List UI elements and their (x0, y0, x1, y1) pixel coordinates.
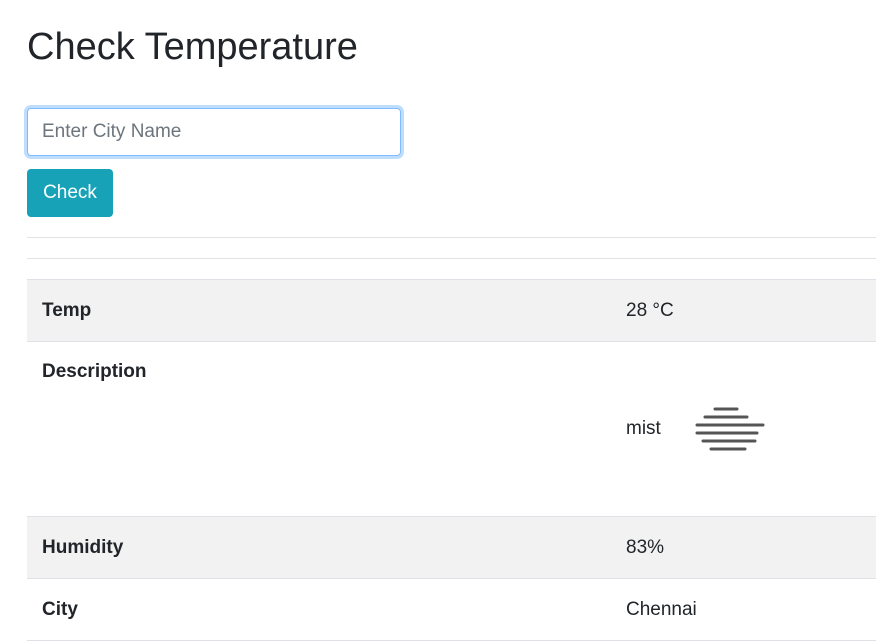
city-value: Chennai (611, 578, 876, 641)
mist-icon (695, 407, 765, 451)
table-row-city: City Chennai (27, 578, 876, 641)
temp-value: 28 °C (611, 279, 876, 342)
weather-table: Temp 28 °C Description mist Humidity 83%… (27, 279, 876, 641)
table-row-description: Description mist (27, 341, 876, 517)
humidity-value: 83% (611, 516, 876, 579)
temp-label: Temp (27, 279, 611, 342)
table-row-temp: Temp 28 °C (27, 279, 876, 342)
description-value: mist (626, 418, 661, 439)
description-cell: mist (611, 341, 876, 517)
divider (27, 258, 876, 259)
page-title: Check Temperature (27, 26, 358, 68)
city-label: City (27, 578, 611, 641)
description-label: Description (27, 341, 611, 517)
humidity-label: Humidity (27, 516, 611, 579)
check-button[interactable]: Check (27, 169, 113, 217)
divider (27, 237, 876, 238)
page: Check Temperature Check Temp 28 °C Descr… (0, 0, 876, 644)
city-search-input[interactable] (27, 108, 401, 156)
table-row-humidity: Humidity 83% (27, 516, 876, 579)
